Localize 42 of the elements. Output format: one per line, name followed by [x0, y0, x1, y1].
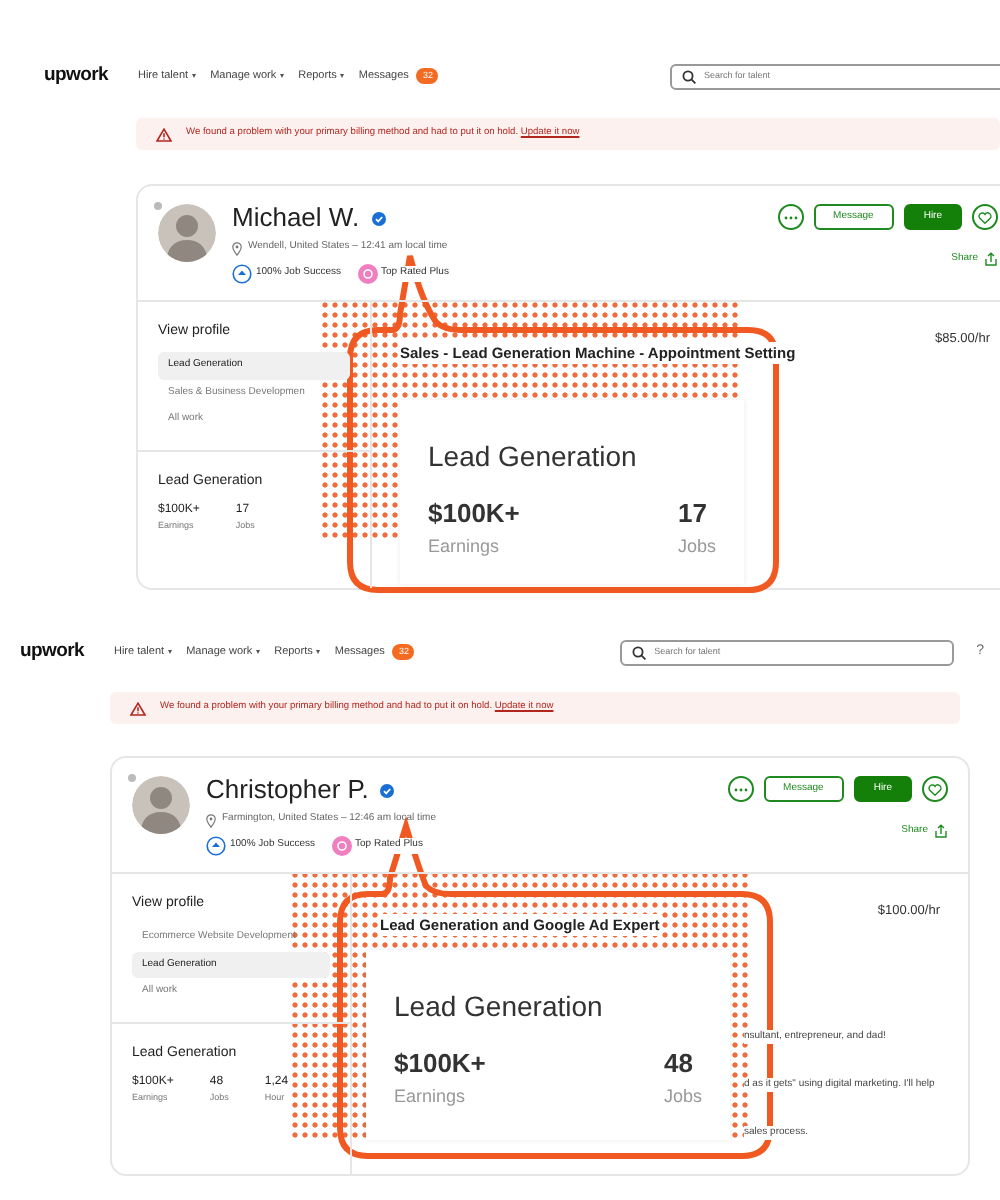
- share-icon: [934, 824, 948, 839]
- caret-icon: [316, 650, 321, 654]
- stat-value: 17: [677, 496, 709, 532]
- location-pin-icon: [206, 813, 216, 828]
- job-success-icon: [232, 263, 252, 284]
- logo[interactable]: upwork: [44, 61, 108, 91]
- stat-value: $100K+: [394, 1046, 486, 1082]
- heart-icon: [928, 783, 942, 795]
- freelancer-name: Michael W.: [232, 204, 360, 233]
- caret-icon: [340, 74, 345, 78]
- share-icon: [984, 252, 998, 267]
- warning-icon: [156, 127, 172, 141]
- stat-label: Jobs: [663, 1083, 702, 1109]
- job-success-icon: [206, 835, 226, 856]
- search-icon: [632, 645, 647, 659]
- top-rated-icon: [357, 263, 378, 284]
- search-icon: [682, 69, 696, 83]
- location-pin-icon: [232, 241, 242, 256]
- stat-label: Jobs: [677, 533, 716, 559]
- callout-title: Lead Generation: [428, 438, 639, 476]
- warning-icon: [130, 701, 146, 715]
- stat-label: Earnings: [394, 1083, 468, 1110]
- more-button[interactable]: [777, 204, 804, 230]
- more-button[interactable]: [727, 776, 754, 802]
- avatar: [132, 776, 190, 834]
- favorite-button[interactable]: [922, 776, 948, 802]
- favorite-button[interactable]: [972, 204, 998, 230]
- caret-icon: [256, 650, 261, 654]
- heart-icon: [978, 211, 992, 223]
- caret-icon: [192, 74, 197, 78]
- caret-icon: [280, 74, 285, 78]
- stat-label: Earnings: [428, 533, 502, 560]
- stat-value: 48: [663, 1046, 695, 1082]
- caret-icon: [168, 650, 173, 654]
- status-dot: [128, 774, 136, 782]
- avatar: [158, 204, 216, 262]
- top-rated-icon: [331, 835, 352, 856]
- status-dot: [154, 202, 162, 210]
- callout-title: Lead Generation: [394, 988, 605, 1026]
- logo[interactable]: upwork: [20, 637, 84, 667]
- freelancer-name: Christopher P.: [206, 776, 369, 805]
- stat-value: $100K+: [428, 496, 520, 532]
